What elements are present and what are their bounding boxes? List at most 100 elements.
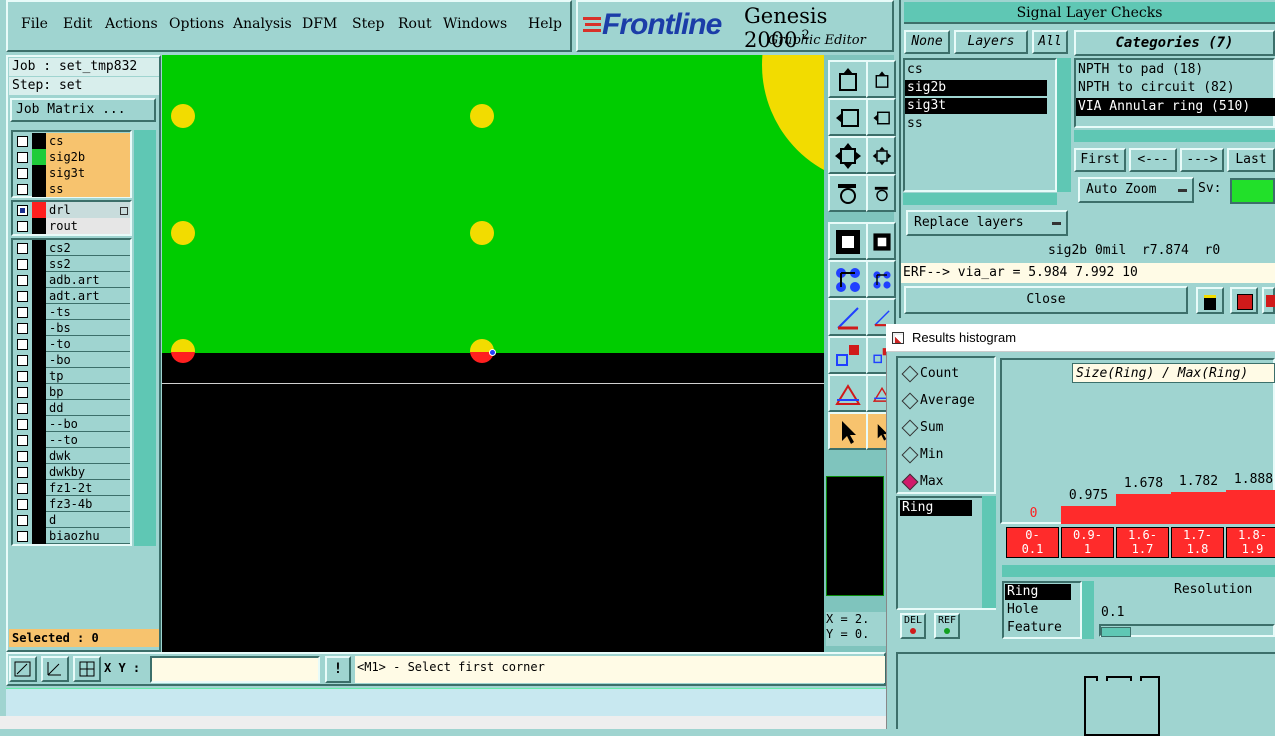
settings-icon[interactable] bbox=[828, 174, 868, 212]
layer-checkbox[interactable] bbox=[17, 259, 28, 270]
next-button[interactable]: ---> bbox=[1180, 148, 1224, 172]
layer-checkbox[interactable] bbox=[17, 275, 28, 286]
last-button[interactable]: Last bbox=[1227, 148, 1275, 172]
hist-list-scrollbar[interactable] bbox=[982, 496, 996, 608]
via-pad[interactable] bbox=[171, 104, 195, 128]
layer-color-swatch[interactable] bbox=[32, 256, 46, 272]
layer-row[interactable]: biaozhu bbox=[14, 528, 130, 544]
select-frame-alt-icon[interactable] bbox=[866, 222, 896, 260]
job-matrix-button[interactable]: Job Matrix ... bbox=[10, 98, 156, 122]
layer-row[interactable]: adb.art bbox=[14, 272, 130, 288]
mode-item[interactable]: Feature bbox=[1005, 620, 1079, 636]
layer-list-scrollbar[interactable] bbox=[134, 130, 156, 546]
resolution-slider-handle[interactable] bbox=[1101, 627, 1131, 637]
error-marker[interactable] bbox=[489, 349, 496, 356]
layer-row[interactable]: -ts bbox=[14, 304, 130, 320]
mode-item-selected[interactable]: Ring bbox=[1005, 584, 1071, 600]
layer-color-swatch[interactable] bbox=[32, 416, 46, 432]
none-button[interactable]: None bbox=[904, 30, 950, 54]
layer-checkbox[interactable] bbox=[17, 323, 28, 334]
histogram-range-cell[interactable]: 1.8- 1.9 bbox=[1226, 527, 1275, 558]
zoom-fit-icon[interactable] bbox=[828, 136, 868, 174]
menu-actions[interactable]: Actions bbox=[105, 16, 158, 32]
pointer-icon[interactable] bbox=[828, 412, 868, 450]
layer-color-swatch[interactable] bbox=[32, 181, 46, 197]
layer-checkbox[interactable] bbox=[17, 243, 28, 254]
menu-options[interactable]: Options bbox=[169, 16, 224, 32]
sv-indicator[interactable] bbox=[1230, 178, 1275, 204]
layer-color-swatch[interactable] bbox=[32, 320, 46, 336]
via-pad[interactable] bbox=[470, 104, 494, 128]
layer-color-swatch[interactable] bbox=[32, 352, 46, 368]
histogram-bar[interactable] bbox=[1061, 506, 1116, 524]
option-max[interactable]: Max bbox=[920, 474, 943, 489]
zoom-area-icon[interactable] bbox=[9, 656, 37, 682]
layer-checkbox[interactable] bbox=[17, 221, 28, 232]
layer-color-swatch[interactable] bbox=[32, 496, 46, 512]
layer-color-swatch[interactable] bbox=[32, 448, 46, 464]
menu-help[interactable]: Help bbox=[528, 16, 562, 32]
first-button[interactable]: First bbox=[1074, 148, 1126, 172]
signal-layer-item[interactable]: cs bbox=[905, 62, 1047, 78]
xy-input[interactable] bbox=[150, 656, 320, 683]
layer-row[interactable]: tp bbox=[14, 368, 130, 384]
layer-color-swatch[interactable] bbox=[32, 149, 46, 165]
layer-color-swatch[interactable] bbox=[32, 304, 46, 320]
layer-color-swatch[interactable] bbox=[32, 384, 46, 400]
via-pad[interactable] bbox=[470, 221, 494, 245]
option-count[interactable]: Count bbox=[920, 366, 959, 381]
layer-row[interactable]: bp bbox=[14, 384, 130, 400]
layer-checkbox[interactable] bbox=[17, 387, 28, 398]
graphic-canvas[interactable] bbox=[162, 55, 824, 652]
add-feature-icon[interactable] bbox=[828, 336, 868, 374]
layer-checkbox[interactable] bbox=[17, 435, 28, 446]
node-edit-alt-icon[interactable] bbox=[866, 260, 896, 298]
layer-color-swatch[interactable] bbox=[32, 272, 46, 288]
exclamation-button[interactable]: ! bbox=[325, 656, 351, 683]
layer-checkbox[interactable] bbox=[17, 291, 28, 302]
layer-color-swatch[interactable] bbox=[32, 480, 46, 496]
via-pad-drilled[interactable] bbox=[171, 339, 195, 363]
layer-color-swatch[interactable] bbox=[32, 133, 46, 149]
layer-checkbox[interactable] bbox=[17, 152, 28, 163]
layer-color-swatch[interactable] bbox=[32, 432, 46, 448]
layer-checkbox[interactable] bbox=[17, 339, 28, 350]
layer-color-swatch[interactable] bbox=[32, 368, 46, 384]
report-icon[interactable] bbox=[1230, 287, 1258, 314]
signal-layer-item-selected[interactable]: sig2b bbox=[905, 80, 1047, 96]
category-item[interactable]: NPTH to circuit (82) bbox=[1078, 80, 1235, 95]
option-min[interactable]: Min bbox=[920, 447, 943, 462]
layer-row[interactable]: --bo bbox=[14, 416, 130, 432]
layer-row[interactable]: -to bbox=[14, 336, 130, 352]
layer-row[interactable]: ss bbox=[14, 181, 130, 197]
layer-row[interactable]: ss2 bbox=[14, 256, 130, 272]
layer-checkbox[interactable] bbox=[17, 467, 28, 478]
category-item-selected[interactable]: VIA Annular ring (510) bbox=[1076, 98, 1275, 116]
categories-hscroll[interactable] bbox=[1074, 130, 1275, 142]
layer-checkbox[interactable] bbox=[17, 419, 28, 430]
del-button[interactable]: DEL bbox=[900, 613, 926, 639]
layer-checkbox[interactable] bbox=[17, 531, 28, 542]
layer-row[interactable]: cs bbox=[14, 133, 130, 149]
close-button[interactable]: Close bbox=[904, 286, 1188, 314]
menu-edit[interactable]: Edit bbox=[63, 16, 92, 32]
histogram-bar[interactable] bbox=[1171, 492, 1226, 524]
draw-line-icon[interactable] bbox=[828, 298, 868, 336]
layer-color-swatch[interactable] bbox=[32, 240, 46, 256]
histogram-hscroll[interactable] bbox=[1002, 565, 1275, 577]
option-average[interactable]: Average bbox=[920, 393, 975, 408]
layer-color-swatch[interactable] bbox=[32, 400, 46, 416]
layer-row[interactable]: cs2 bbox=[14, 240, 130, 256]
menu-windows[interactable]: Windows bbox=[443, 16, 507, 32]
option-sum[interactable]: Sum bbox=[920, 420, 943, 435]
layer-row[interactable]: d bbox=[14, 512, 130, 528]
pan-up-alt-icon[interactable] bbox=[866, 60, 896, 98]
layer-color-swatch[interactable] bbox=[32, 528, 46, 544]
mode-list-scrollbar[interactable] bbox=[1082, 581, 1094, 639]
menu-step[interactable]: Step bbox=[352, 16, 384, 32]
pan-left-icon[interactable] bbox=[828, 98, 868, 136]
histogram-range-cell[interactable]: 0.9- 1 bbox=[1061, 527, 1114, 558]
layer-row[interactable]: fz3-4b bbox=[14, 496, 130, 512]
layer-checkbox[interactable] bbox=[17, 184, 28, 195]
histogram-range-cell[interactable]: 1.7- 1.8 bbox=[1171, 527, 1224, 558]
